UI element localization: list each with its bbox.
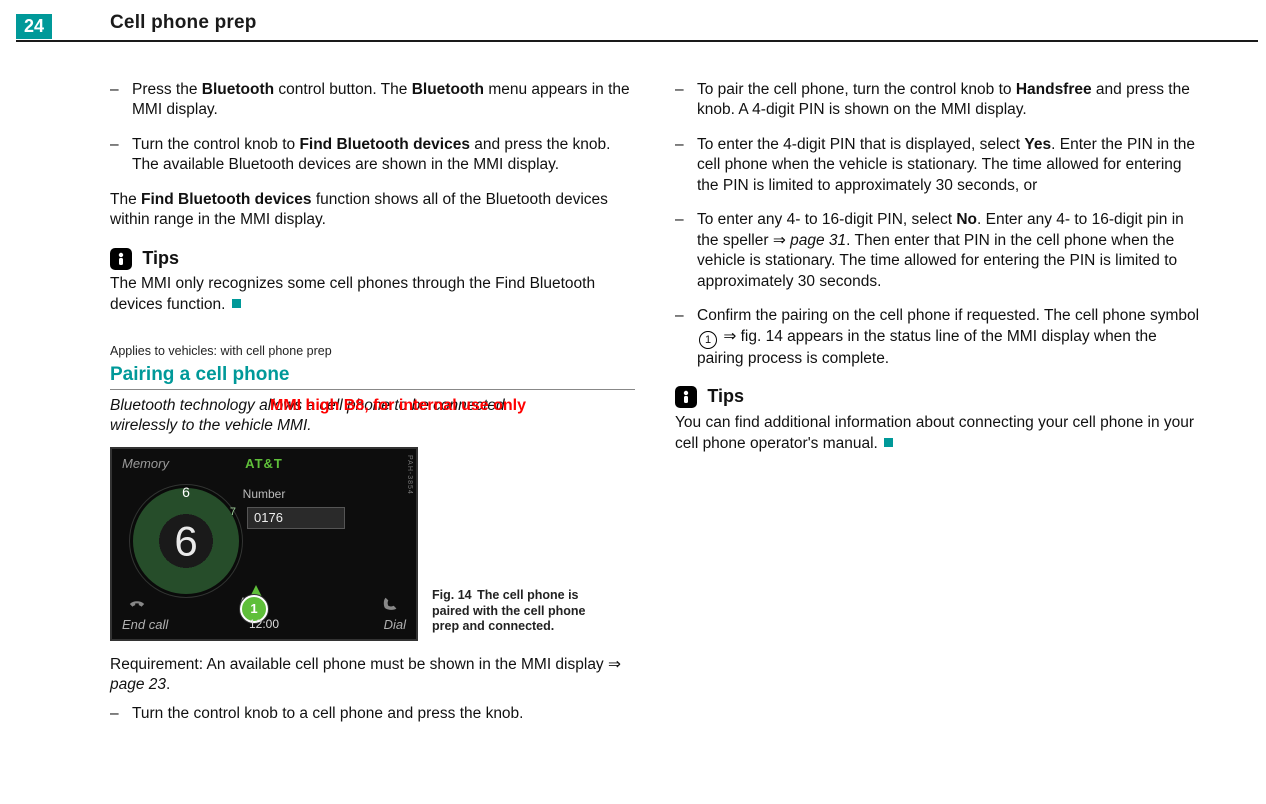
bullet-text: To pair the cell phone, turn the control… xyxy=(697,80,1200,121)
content-columns: – Press the Bluetooth control button. Th… xyxy=(110,74,1246,794)
text-bold: Bluetooth xyxy=(202,81,274,98)
text-bold: Bluetooth xyxy=(412,81,484,98)
text: . xyxy=(166,676,170,693)
text-bold: No xyxy=(956,211,977,228)
tips-block: Tips You can find additional information… xyxy=(675,385,1200,454)
list-item: – Turn the control knob to a cell phone … xyxy=(110,704,635,724)
arrow-icon: ⇒ xyxy=(723,327,736,347)
text: Press the xyxy=(132,81,202,98)
text-bold: Yes xyxy=(1024,136,1051,153)
page-number: 24 xyxy=(16,14,52,39)
fig-carrier-label: AT&T xyxy=(245,455,283,472)
text: Bluetooth technology allows a cell phone… xyxy=(110,397,505,414)
dash-icon: – xyxy=(675,80,697,121)
fig-dial-big-digit: 6 xyxy=(174,513,197,568)
fig-number-label: Number xyxy=(243,487,286,503)
text: You can find additional information abou… xyxy=(675,414,1194,451)
fig-input-value: 0176 xyxy=(247,507,345,529)
fig-endcall-label: End call xyxy=(122,616,168,633)
text: Turn the control knob to xyxy=(132,136,299,153)
bullet-text: Turn the control knob to Find Bluetooth … xyxy=(132,135,635,176)
text: The MMI only recognizes some cell phones… xyxy=(110,275,595,312)
text-bold: Find Bluetooth devices xyxy=(299,136,470,153)
tips-label: Tips xyxy=(142,247,179,271)
text: The xyxy=(110,191,141,208)
fig-sidecode: PAH-3854 xyxy=(402,455,414,495)
text: To enter any 4- to 16-digit PIN, select xyxy=(697,211,956,228)
info-icon xyxy=(675,386,697,408)
page-reference: page 31 xyxy=(790,232,846,249)
right-column: – To pair the cell phone, turn the contr… xyxy=(675,74,1200,794)
list-item: – To pair the cell phone, turn the contr… xyxy=(675,80,1200,121)
tips-text: You can find additional information abou… xyxy=(675,413,1200,454)
fig-dial-label: Dial xyxy=(384,616,406,633)
text: wirelessly to the vehicle MMI. xyxy=(110,417,312,434)
figure-row: Memory AT&T Number 0176 6 7 6 A-Z xyxy=(110,447,635,641)
lead-paragraph: Bluetooth technology allows a cell phone… xyxy=(110,396,635,437)
end-mark-icon xyxy=(884,438,893,447)
tips-label: Tips xyxy=(707,385,744,409)
text-bold: Handsfree xyxy=(1016,81,1092,98)
list-item: – Turn the control knob to Find Bluetoot… xyxy=(110,135,635,176)
arrow-icon: ⇒ xyxy=(773,231,786,251)
header-rule xyxy=(16,40,1258,42)
arrow-icon: ⇒ xyxy=(608,655,621,675)
list-item: – Press the Bluetooth control button. Th… xyxy=(110,80,635,121)
text: fig. 14 appears in the status line of th… xyxy=(697,328,1157,368)
figure-caption: Fig. 14 The cell phone is paired with th… xyxy=(432,588,612,641)
list-item: – To enter any 4- to 16-digit PIN, selec… xyxy=(675,210,1200,292)
figure-caption-label: Fig. 14 xyxy=(432,588,472,602)
sub-heading: Pairing a cell phone xyxy=(110,362,635,390)
text: To pair the cell phone, turn the control… xyxy=(697,81,1016,98)
list-item: – To enter the 4-digit PIN that is displ… xyxy=(675,135,1200,196)
info-icon xyxy=(110,248,132,270)
dash-icon: – xyxy=(110,135,132,176)
text: control button. The xyxy=(274,81,412,98)
bullet-text: Turn the control knob to a cell phone an… xyxy=(132,704,635,724)
bullet-text: Confirm the pairing on the cell phone if… xyxy=(697,306,1200,369)
end-mark-icon xyxy=(232,299,241,308)
tips-text: The MMI only recognizes some cell phones… xyxy=(110,274,635,315)
paragraph: The Find Bluetooth devices function show… xyxy=(110,190,635,231)
bullet-text: To enter any 4- to 16-digit PIN, select … xyxy=(697,210,1200,292)
phone-up-icon xyxy=(382,595,400,613)
phone-down-icon xyxy=(128,595,146,613)
fig-dial-ring: 6 7 6 xyxy=(130,485,242,597)
bullet-text: Press the Bluetooth control button. The … xyxy=(132,80,635,121)
fig-dial-tick: 7 xyxy=(230,505,236,520)
dash-icon: – xyxy=(675,135,697,196)
text: To enter the 4-digit PIN that is display… xyxy=(697,136,1024,153)
figure-mmi-display: Memory AT&T Number 0176 6 7 6 A-Z xyxy=(110,447,418,641)
fig-memory-label: Memory xyxy=(122,455,169,472)
dash-icon: – xyxy=(675,210,697,292)
dash-icon: – xyxy=(110,704,132,724)
bullet-text: To enter the 4-digit PIN that is display… xyxy=(697,135,1200,196)
text-bold: Find Bluetooth devices xyxy=(141,191,312,208)
fig-clock: 12:00 xyxy=(249,617,279,633)
fig-dial-tick: 6 xyxy=(182,483,190,501)
page-header: 24 Cell phone prep xyxy=(0,0,1266,58)
text: Requirement: An available cell phone mus… xyxy=(110,656,608,673)
dash-icon: – xyxy=(110,80,132,121)
list-item: – Confirm the pairing on the cell phone … xyxy=(675,306,1200,369)
dash-icon: – xyxy=(675,306,697,369)
page-reference: page 23 xyxy=(110,676,166,693)
requirement-paragraph: Requirement: An available cell phone mus… xyxy=(110,655,635,696)
circled-number-icon: 1 xyxy=(699,331,717,349)
section-title: Cell phone prep xyxy=(110,12,257,34)
tips-block: Tips The MMI only recognizes some cell p… xyxy=(110,247,635,316)
left-column: – Press the Bluetooth control button. Th… xyxy=(110,74,635,794)
applies-to-line: Applies to vehicles: with cell phone pre… xyxy=(110,343,635,360)
text: Confirm the pairing on the cell phone if… xyxy=(697,307,1199,324)
